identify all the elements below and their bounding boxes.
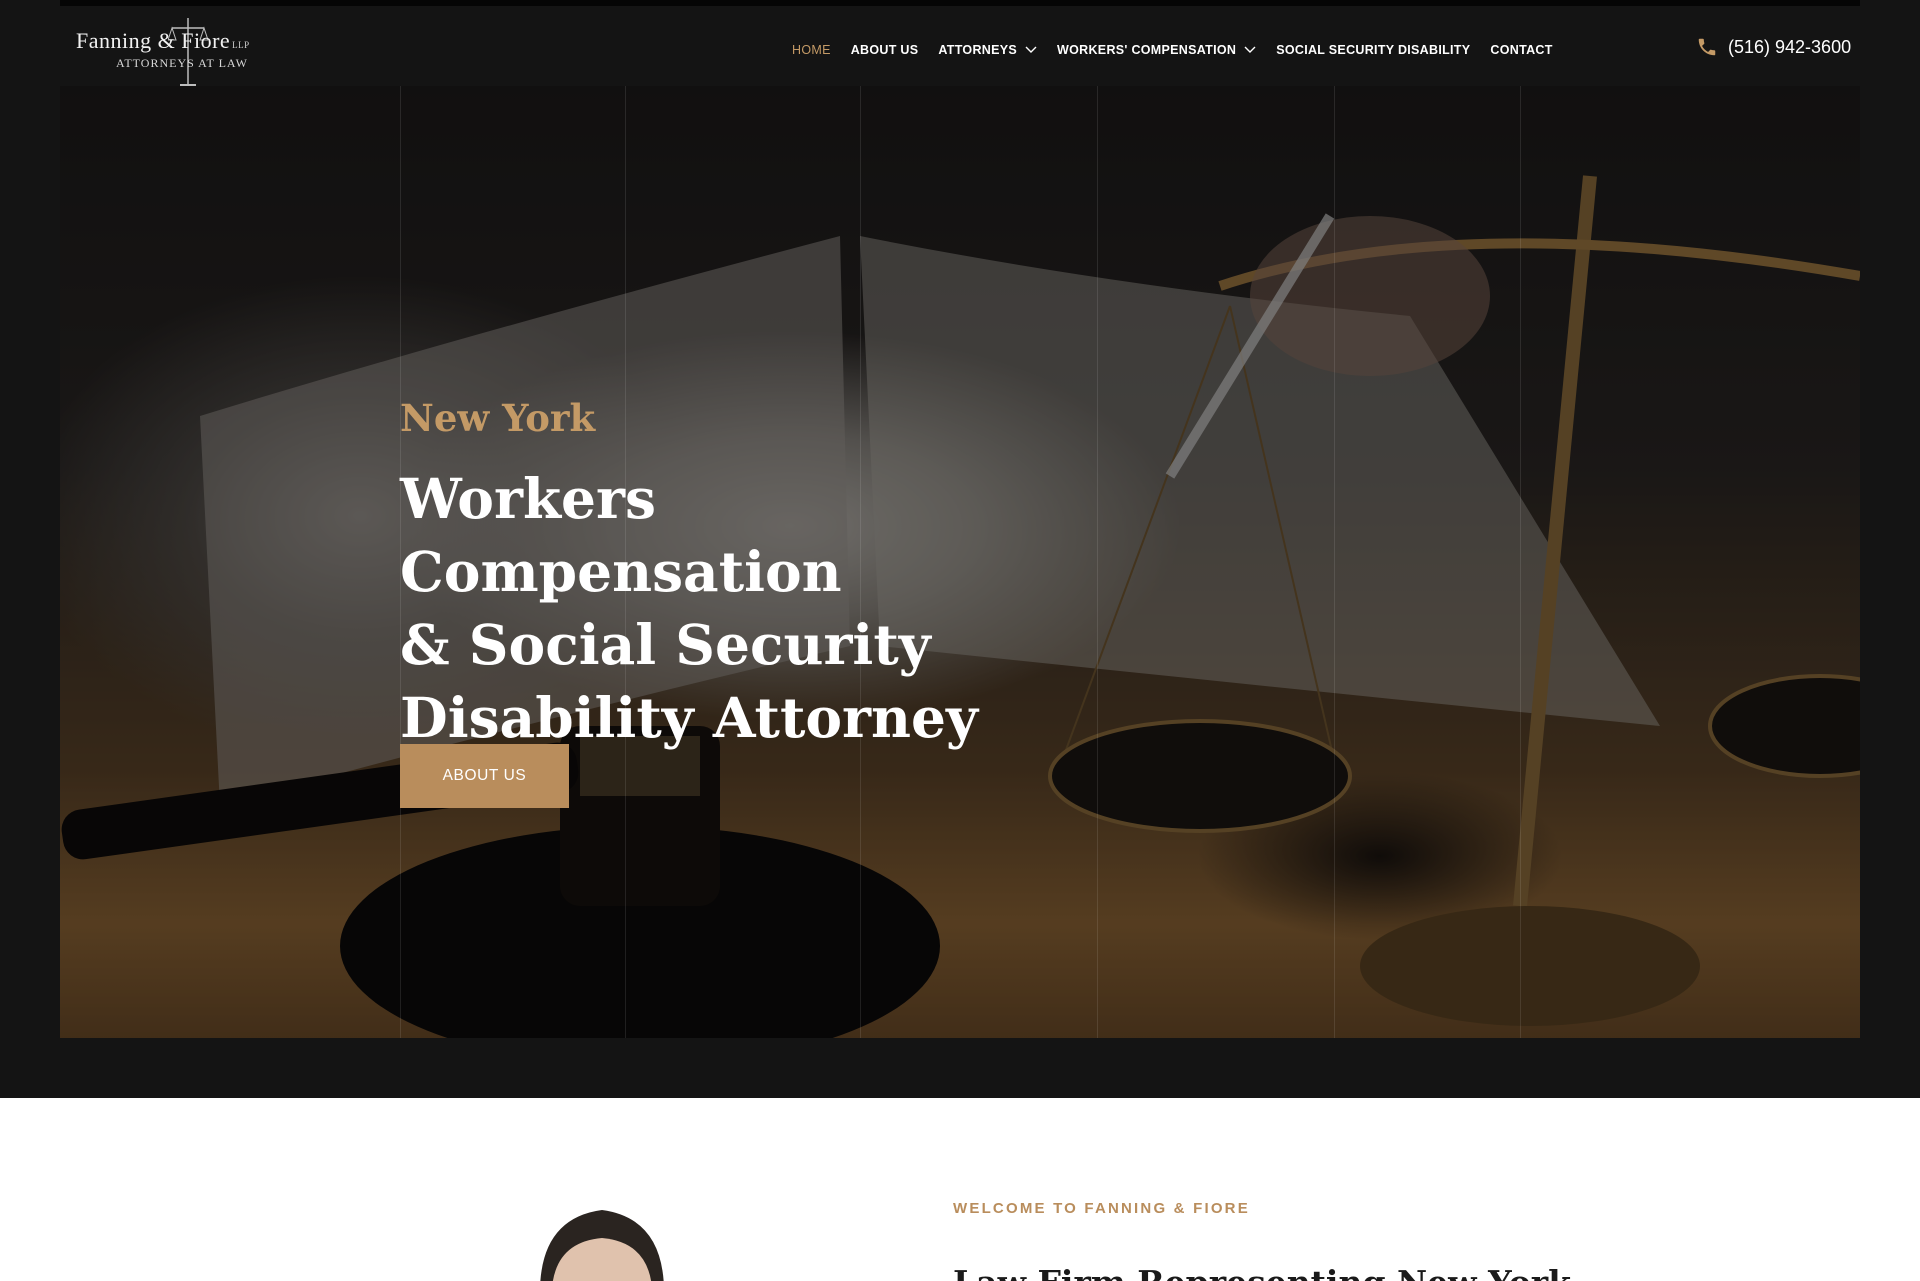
chevron-down-icon	[1244, 46, 1256, 53]
about-us-button[interactable]: ABOUT US	[400, 744, 569, 808]
chevron-down-icon	[1025, 46, 1037, 53]
logo-suffix: LLP	[232, 40, 250, 50]
nav-workers-compensation-label: WORKERS' COMPENSATION	[1057, 43, 1237, 57]
hero-headline: Workers Compensation & Social Security D…	[400, 462, 1100, 754]
intro-section: WELCOME TO FANNING & FIORE Law Firm Repr…	[0, 1098, 1920, 1281]
hero-headline-line: Disability Attorney	[400, 685, 978, 750]
phone-link[interactable]: (516) 942-3600	[1696, 36, 1851, 58]
nav-attorneys-label: ATTORNEYS	[938, 43, 1018, 57]
nav-social-security-disability[interactable]: SOCIAL SECURITY DISABILITY	[1276, 43, 1470, 57]
grid-line	[1334, 86, 1335, 1038]
hero-eyebrow: New York	[400, 396, 596, 440]
logo-tagline: ATTORNEYS AT LAW	[116, 56, 248, 70]
phone-number: (516) 942-3600	[1728, 36, 1852, 57]
hero-headline-line: Workers Compensation	[400, 466, 842, 604]
hero-headline-line: & Social Security	[400, 612, 931, 677]
hero-content: New York Workers Compensation & Social S…	[400, 396, 1100, 754]
nav-attorneys[interactable]: ATTORNEYS	[938, 43, 1037, 57]
intro-title: Law Firm Representing New York	[953, 1263, 1571, 1281]
nav-about-us[interactable]: ABOUT US	[851, 43, 919, 57]
hero-banner: New York Workers Compensation & Social S…	[60, 86, 1860, 1038]
logo-name: Fanning & Fiore LLP	[76, 28, 250, 53]
attorney-portrait	[540, 1210, 664, 1281]
main-nav: HOME ABOUT US ATTORNEYS WORKERS' COMPENS…	[792, 40, 1573, 60]
phone-icon	[1698, 38, 1716, 56]
nav-workers-compensation[interactable]: WORKERS' COMPENSATION	[1057, 43, 1256, 57]
site-header: Fanning & Fiore LLP ATTORNEYS AT LAW HOME…	[0, 6, 1920, 88]
grid-line	[1520, 86, 1521, 1038]
site-logo[interactable]: Fanning & Fiore LLP ATTORNEYS AT LAW	[76, 16, 296, 88]
intro-eyebrow: WELCOME TO FANNING & FIORE	[953, 1200, 1250, 1217]
nav-home[interactable]: HOME	[792, 43, 831, 57]
nav-contact[interactable]: CONTACT	[1490, 43, 1552, 57]
